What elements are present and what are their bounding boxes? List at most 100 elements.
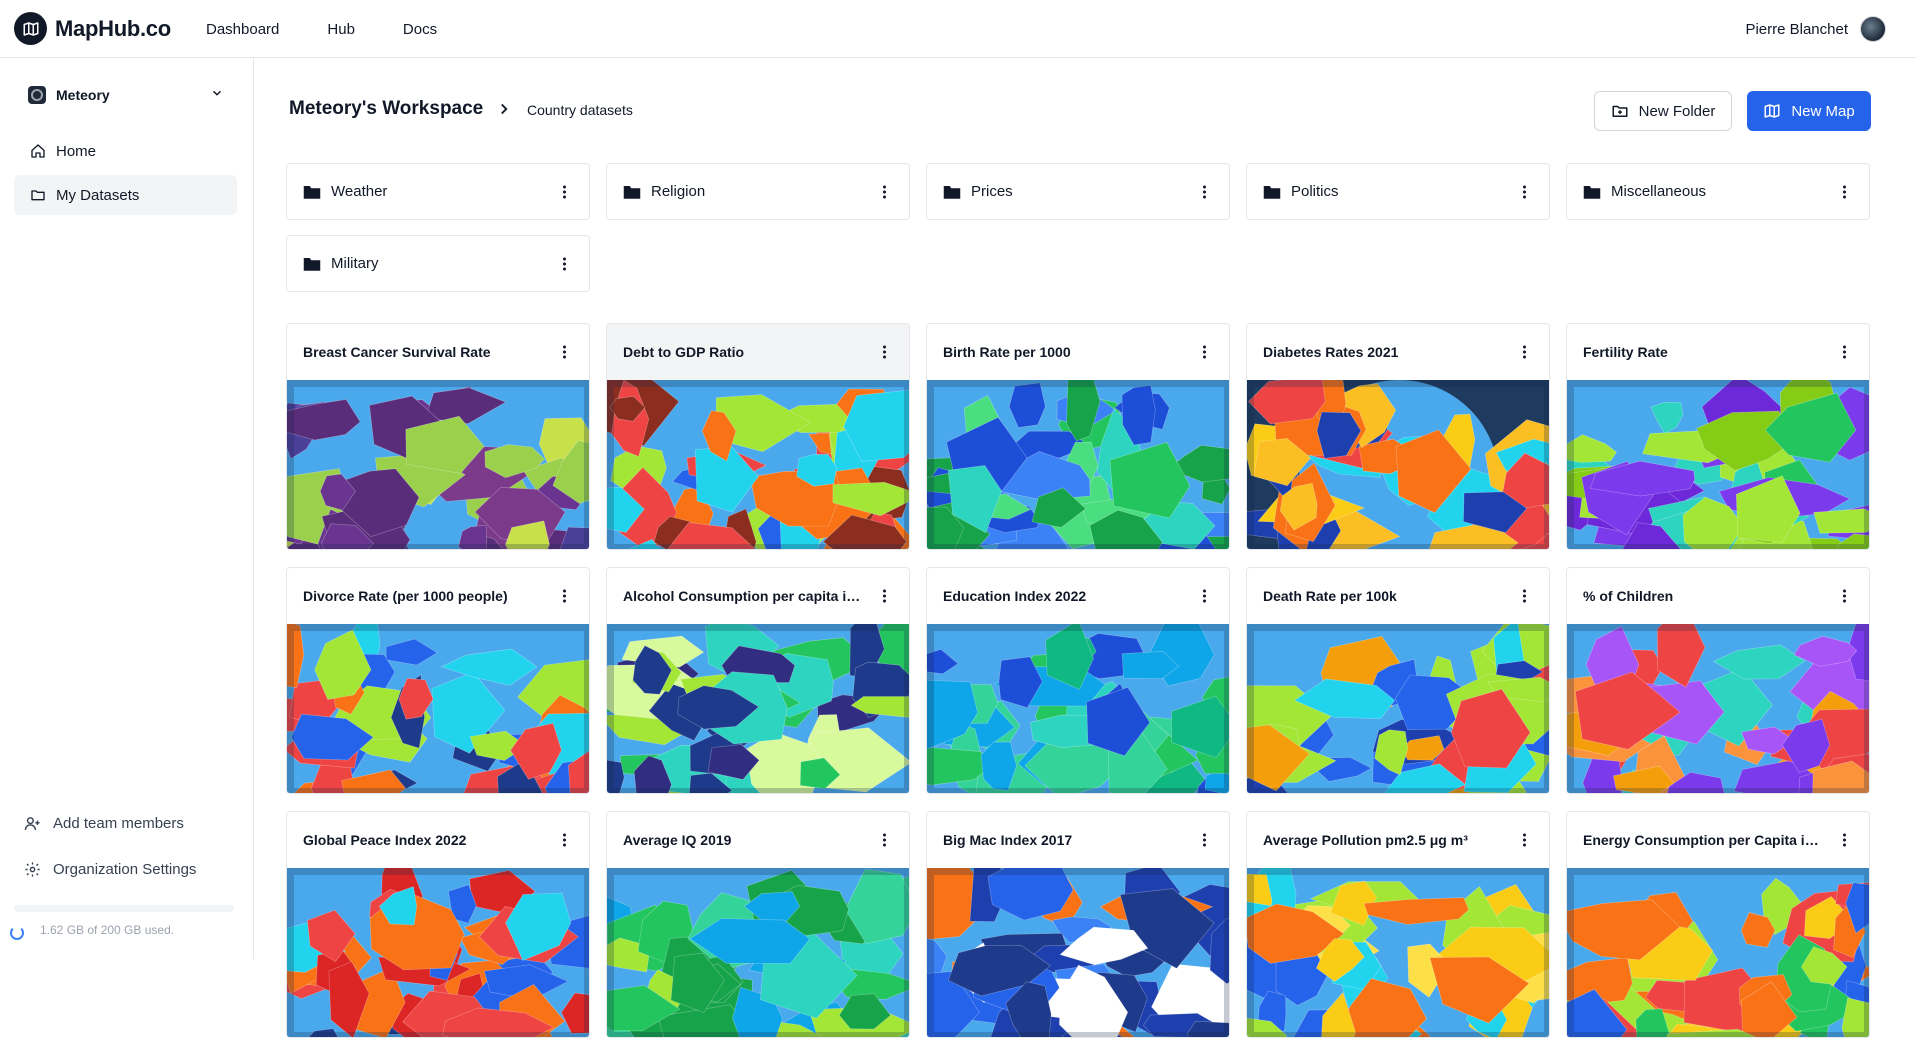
map-card[interactable]: Big Mac Index 2017 xyxy=(926,811,1230,1038)
page-title[interactable]: Meteory's Workspace xyxy=(289,98,483,120)
more-options-icon[interactable] xyxy=(1843,346,1847,359)
more-options-icon[interactable] xyxy=(563,257,567,270)
map-thumbnail xyxy=(607,380,909,550)
folder-item[interactable]: Military xyxy=(286,235,590,292)
add-team-members-label: Add team members xyxy=(53,815,184,832)
more-options-icon[interactable] xyxy=(1523,346,1527,359)
folder-label: Religion xyxy=(651,183,705,200)
map-card-title: Average IQ 2019 xyxy=(623,832,731,848)
nav-hub[interactable]: Hub xyxy=(327,21,355,38)
map-card[interactable]: Birth Rate per 1000 xyxy=(926,323,1230,550)
workspace-name: Meteory xyxy=(56,87,110,103)
workspace-selector[interactable]: Meteory xyxy=(28,84,224,106)
more-options-icon[interactable] xyxy=(883,590,887,603)
more-options-icon[interactable] xyxy=(563,185,567,198)
map-thumbnail xyxy=(287,624,589,794)
map-card-title: Death Rate per 100k xyxy=(1263,588,1397,604)
choropleth-map xyxy=(1247,380,1549,550)
sidebar-item-home[interactable]: Home xyxy=(14,131,237,171)
folder-icon xyxy=(30,187,46,203)
map-card[interactable]: Diabetes Rates 2021 xyxy=(1246,323,1550,550)
map-card[interactable]: Alcohol Consumption per capita in ... xyxy=(606,567,910,794)
map-card[interactable]: Average IQ 2019 xyxy=(606,811,910,1038)
map-card[interactable]: Education Index 2022 xyxy=(926,567,1230,794)
map-card[interactable]: Death Rate per 100k xyxy=(1246,567,1550,794)
map-card[interactable]: % of Children xyxy=(1566,567,1870,794)
loading-spinner-icon xyxy=(10,926,24,940)
map-card-title: Divorce Rate (per 1000 people) xyxy=(303,588,508,604)
more-options-icon[interactable] xyxy=(1523,185,1527,198)
map-card[interactable]: Breast Cancer Survival Rate xyxy=(286,323,590,550)
brand-name: MapHub.co xyxy=(55,16,171,42)
folder-item[interactable]: Miscellaneous xyxy=(1566,163,1870,220)
map-card-title: Alcohol Consumption per capita in ... xyxy=(623,588,863,604)
more-options-icon[interactable] xyxy=(1523,590,1527,603)
map-card[interactable]: Debt to GDP Ratio xyxy=(606,323,910,550)
choropleth-map xyxy=(1567,868,1869,1038)
chevron-down-icon xyxy=(210,86,224,100)
folder-label: Military xyxy=(331,255,379,272)
more-options-icon[interactable] xyxy=(883,834,887,847)
more-options-icon[interactable] xyxy=(1523,834,1527,847)
map-card-header: Global Peace Index 2022 xyxy=(287,812,589,868)
map-card-header: Fertility Rate xyxy=(1567,324,1869,380)
folder-item[interactable]: Politics xyxy=(1246,163,1550,220)
more-options-icon[interactable] xyxy=(883,185,887,198)
avatar[interactable] xyxy=(1860,16,1886,42)
map-card-header: Big Mac Index 2017 xyxy=(927,812,1229,868)
map-card-header: Debt to GDP Ratio xyxy=(607,324,909,380)
map-card[interactable]: Global Peace Index 2022 xyxy=(286,811,590,1038)
storage-usage-text: 1.62 GB of 200 GB used. xyxy=(40,923,174,937)
choropleth-map xyxy=(287,868,589,1038)
more-options-icon[interactable] xyxy=(883,346,887,359)
organization-settings-button[interactable]: Organization Settings xyxy=(24,861,196,878)
map-thumbnail xyxy=(1247,868,1549,1038)
user-menu[interactable]: Pierre Blanchet xyxy=(1745,16,1886,42)
folder-item[interactable]: Weather xyxy=(286,163,590,220)
map-card[interactable]: Energy Consumption per Capita in ... xyxy=(1566,811,1870,1038)
map-card[interactable]: Average Pollution pm2.5 μg m³ xyxy=(1246,811,1550,1038)
add-team-members-button[interactable]: Add team members xyxy=(24,815,184,832)
map-thumbnail xyxy=(1567,380,1869,550)
choropleth-map xyxy=(607,624,909,794)
new-folder-button[interactable]: New Folder xyxy=(1594,91,1732,131)
folder-icon xyxy=(943,184,961,200)
top-navbar: MapHub.co Dashboard Hub Docs Pierre Blan… xyxy=(0,0,1916,58)
more-options-icon[interactable] xyxy=(1203,590,1207,603)
map-card[interactable]: Divorce Rate (per 1000 people) xyxy=(286,567,590,794)
nav-dashboard[interactable]: Dashboard xyxy=(206,21,279,38)
choropleth-map xyxy=(287,380,589,550)
folder-item[interactable]: Prices xyxy=(926,163,1230,220)
more-options-icon[interactable] xyxy=(1843,185,1847,198)
nav-docs[interactable]: Docs xyxy=(403,21,437,38)
map-card-title: Debt to GDP Ratio xyxy=(623,344,744,360)
more-options-icon[interactable] xyxy=(563,346,567,359)
new-map-button[interactable]: New Map xyxy=(1747,91,1871,131)
folder-label: Weather xyxy=(331,183,387,200)
map-card-header: Birth Rate per 1000 xyxy=(927,324,1229,380)
folder-icon xyxy=(303,184,321,200)
more-options-icon[interactable] xyxy=(563,590,567,603)
folder-item[interactable]: Religion xyxy=(606,163,910,220)
choropleth-map xyxy=(1247,868,1549,1038)
breadcrumb-current: Country datasets xyxy=(527,102,633,118)
folder-label: Politics xyxy=(1291,183,1339,200)
map-thumbnail xyxy=(927,380,1229,550)
more-options-icon[interactable] xyxy=(1843,834,1847,847)
more-options-icon[interactable] xyxy=(1203,834,1207,847)
more-options-icon[interactable] xyxy=(1843,590,1847,603)
map-card-title: Education Index 2022 xyxy=(943,588,1086,604)
map-card[interactable]: Fertility Rate xyxy=(1566,323,1870,550)
more-options-icon[interactable] xyxy=(1203,346,1207,359)
map-card-header: Average IQ 2019 xyxy=(607,812,909,868)
brand[interactable]: MapHub.co xyxy=(14,12,171,45)
map-card-title: Global Peace Index 2022 xyxy=(303,832,466,848)
sidebar-item-my-datasets[interactable]: My Datasets xyxy=(14,175,237,215)
choropleth-map xyxy=(607,868,909,1038)
more-options-icon[interactable] xyxy=(1203,185,1207,198)
gear-icon xyxy=(24,861,41,878)
map-thumbnail xyxy=(1247,624,1549,794)
more-options-icon[interactable] xyxy=(563,834,567,847)
sidebar: Meteory Home My Datasets Add team member… xyxy=(0,58,254,959)
map-card-header: Breast Cancer Survival Rate xyxy=(287,324,589,380)
